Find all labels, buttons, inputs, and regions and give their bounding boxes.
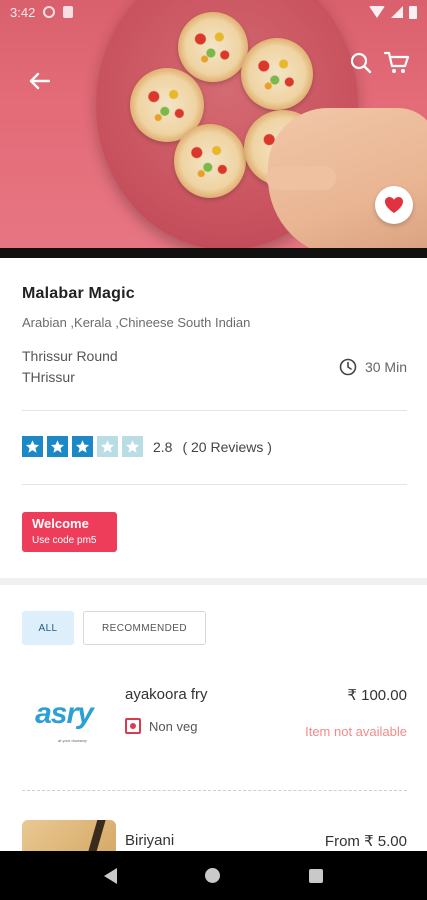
address-line-1: Thrissur Round <box>22 348 118 364</box>
status-time: 3:42 <box>10 4 36 20</box>
nav-recents-icon[interactable] <box>308 868 323 883</box>
hero-image <box>0 0 427 258</box>
food-type-label: Non veg <box>149 718 198 734</box>
section-divider <box>0 578 427 585</box>
item-logo: asry at your doorstep <box>22 672 106 756</box>
back-button[interactable] <box>22 64 56 98</box>
wifi-icon <box>369 6 385 18</box>
promo-badge[interactable]: Welcome Use code pm5 <box>22 512 117 552</box>
battery-icon <box>409 5 417 19</box>
search-button[interactable] <box>346 48 376 78</box>
item-name: ayakoora fry <box>125 686 208 703</box>
status-bar: 3:42 <box>0 0 427 24</box>
star-icon <box>122 436 143 457</box>
search-icon <box>350 52 372 74</box>
arrow-left-icon <box>29 72 50 90</box>
pizza-image <box>174 124 246 198</box>
clock-icon <box>339 358 357 376</box>
promo-title: Welcome <box>32 516 89 531</box>
star-icon <box>97 436 118 457</box>
nav-back-icon[interactable] <box>104 867 118 884</box>
cart-button[interactable] <box>380 48 414 78</box>
restaurant-name: Malabar Magic <box>22 285 135 302</box>
divider <box>22 410 407 411</box>
tab-all[interactable]: ALL <box>22 611 74 645</box>
cuisine-list: Arabian ,Kerala ,Chineese South Indian <box>22 315 251 330</box>
pizza-image <box>241 38 313 110</box>
review-count[interactable]: ( 20 Reviews ) <box>182 439 271 455</box>
item-price: ₹ 100.00 <box>347 687 407 704</box>
non-veg-icon <box>125 718 141 734</box>
tab-recommended[interactable]: RECOMMENDED <box>83 611 206 645</box>
menu-item[interactable]: asry at your doorstep ayakoora fry ₹ 100… <box>22 672 407 782</box>
finger-image <box>266 166 336 190</box>
nav-home-icon[interactable] <box>205 868 221 883</box>
delivery-time: 30 Min <box>339 358 407 376</box>
heart-icon <box>385 197 403 213</box>
favorite-button[interactable] <box>375 186 413 224</box>
signal-icon <box>391 6 403 18</box>
system-nav-bar <box>0 851 427 900</box>
rating-row: 2.8 ( 20 Reviews ) <box>22 436 272 457</box>
promo-subtitle: Use code pm5 <box>32 535 97 546</box>
delivery-time-text: 30 Min <box>364 359 407 375</box>
restaurant-address: Thrissur Round THrissur <box>22 346 118 388</box>
address-line-2: THrissur <box>22 369 75 385</box>
star-icon <box>22 436 43 457</box>
star-rating <box>22 436 143 457</box>
restaurant-info: Malabar Magic Arabian ,Kerala ,Chineese … <box>22 285 407 388</box>
cart-icon <box>384 51 410 73</box>
rating-value: 2.8 <box>153 438 173 455</box>
item-divider <box>22 790 407 791</box>
divider <box>22 484 407 485</box>
sd-card-icon <box>63 6 74 18</box>
food-type-tag: Non veg <box>125 718 197 734</box>
star-icon <box>72 436 93 457</box>
logo-text: asry <box>35 697 94 730</box>
logo-subtext: at your doorstep <box>58 738 87 743</box>
item-price: From ₹ 5.00 <box>324 833 407 850</box>
star-icon <box>47 436 68 457</box>
item-name: Biriyani <box>125 832 175 849</box>
availability-status: Item not available <box>305 724 407 739</box>
notification-icon <box>43 6 56 18</box>
hero-divider <box>0 248 427 258</box>
